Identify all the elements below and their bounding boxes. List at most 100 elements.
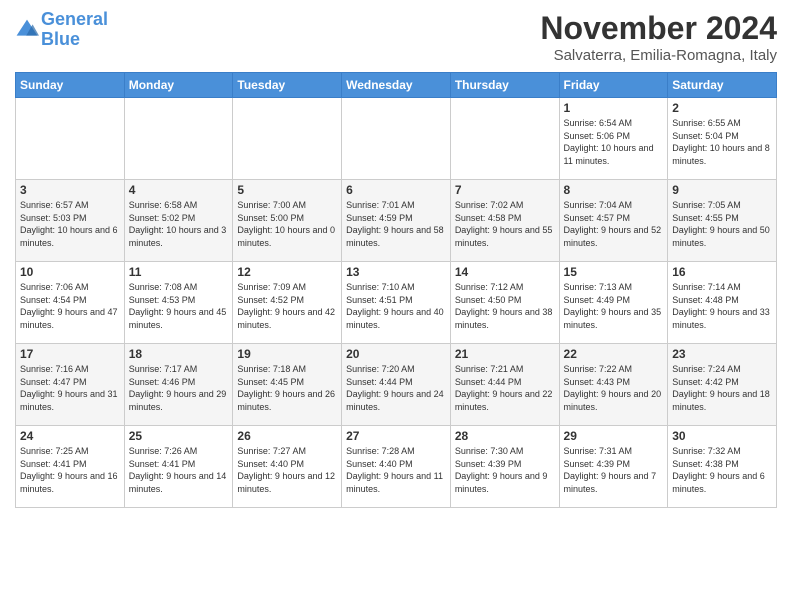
day-number: 2 (672, 101, 772, 115)
calendar-cell: 9 Sunrise: 7:05 AM Sunset: 4:55 PM Daylig… (668, 180, 777, 262)
day-number: 27 (346, 429, 446, 443)
day-info: Sunrise: 6:58 AM Sunset: 5:02 PM Dayligh… (129, 199, 229, 249)
day-info: Sunrise: 7:24 AM Sunset: 4:42 PM Dayligh… (672, 363, 772, 413)
day-info: Sunrise: 7:02 AM Sunset: 4:58 PM Dayligh… (455, 199, 555, 249)
calendar-cell: 18 Sunrise: 7:17 AM Sunset: 4:46 PM Dayli… (124, 344, 233, 426)
day-number: 3 (20, 183, 120, 197)
calendar-cell: 6 Sunrise: 7:01 AM Sunset: 4:59 PM Daylig… (342, 180, 451, 262)
day-header-sunday: Sunday (16, 73, 125, 98)
day-info: Sunrise: 7:31 AM Sunset: 4:39 PM Dayligh… (564, 445, 664, 495)
calendar-header: SundayMondayTuesdayWednesdayThursdayFrid… (16, 73, 777, 98)
day-number: 15 (564, 265, 664, 279)
month-title: November 2024 (540, 10, 777, 47)
day-header-thursday: Thursday (450, 73, 559, 98)
calendar-cell: 21 Sunrise: 7:21 AM Sunset: 4:44 PM Dayli… (450, 344, 559, 426)
calendar-cell: 17 Sunrise: 7:16 AM Sunset: 4:47 PM Dayli… (16, 344, 125, 426)
day-number: 26 (237, 429, 337, 443)
calendar-cell: 23 Sunrise: 7:24 AM Sunset: 4:42 PM Dayli… (668, 344, 777, 426)
calendar-cell (16, 98, 125, 180)
day-info: Sunrise: 7:26 AM Sunset: 4:41 PM Dayligh… (129, 445, 229, 495)
logo-text: General Blue (41, 10, 108, 50)
calendar-cell: 15Sunrise: 7:13 AM Sunset: 4:49 PM Dayli… (559, 262, 668, 344)
calendar-cell: 22Sunrise: 7:22 AM Sunset: 4:43 PM Dayli… (559, 344, 668, 426)
day-number: 11 (129, 265, 229, 279)
header: General Blue November 2024 Salvaterra, E… (15, 10, 777, 64)
day-info: Sunrise: 6:57 AM Sunset: 5:03 PM Dayligh… (20, 199, 120, 249)
day-number: 22 (564, 347, 664, 361)
logo-line1: General (41, 9, 108, 29)
page: General Blue November 2024 Salvaterra, E… (0, 0, 792, 612)
calendar-cell (450, 98, 559, 180)
day-info: Sunrise: 7:20 AM Sunset: 4:44 PM Dayligh… (346, 363, 446, 413)
week-row-0: 1 Sunrise: 6:54 AM Sunset: 5:06 PM Daylig… (16, 98, 777, 180)
calendar-cell: 1 Sunrise: 6:54 AM Sunset: 5:06 PM Daylig… (559, 98, 668, 180)
week-row-2: 10 Sunrise: 7:06 AM Sunset: 4:54 PM Dayli… (16, 262, 777, 344)
day-number: 10 (20, 265, 120, 279)
day-number: 25 (129, 429, 229, 443)
calendar-cell: 8Sunrise: 7:04 AM Sunset: 4:57 PM Daylig… (559, 180, 668, 262)
calendar-cell: 12 Sunrise: 7:09 AM Sunset: 4:52 PM Dayli… (233, 262, 342, 344)
calendar-cell: 3 Sunrise: 6:57 AM Sunset: 5:03 PM Daylig… (16, 180, 125, 262)
day-header-monday: Monday (124, 73, 233, 98)
title-section: November 2024 Salvaterra, Emilia-Romagna… (540, 10, 777, 64)
day-number: 7 (455, 183, 555, 197)
day-info: Sunrise: 7:27 AM Sunset: 4:40 PM Dayligh… (237, 445, 337, 495)
calendar-cell: 14 Sunrise: 7:12 AM Sunset: 4:50 PM Dayli… (450, 262, 559, 344)
day-info: Sunrise: 7:05 AM Sunset: 4:55 PM Dayligh… (672, 199, 772, 249)
week-row-3: 17 Sunrise: 7:16 AM Sunset: 4:47 PM Dayli… (16, 344, 777, 426)
day-info: Sunrise: 7:04 AM Sunset: 4:57 PM Dayligh… (564, 199, 664, 249)
day-number: 14 (455, 265, 555, 279)
day-number: 12 (237, 265, 337, 279)
day-info: Sunrise: 7:01 AM Sunset: 4:59 PM Dayligh… (346, 199, 446, 249)
day-number: 28 (455, 429, 555, 443)
calendar-cell (233, 98, 342, 180)
calendar-cell: 16Sunrise: 7:14 AM Sunset: 4:48 PM Dayli… (668, 262, 777, 344)
day-info: Sunrise: 7:25 AM Sunset: 4:41 PM Dayligh… (20, 445, 120, 495)
day-info: Sunrise: 7:21 AM Sunset: 4:44 PM Dayligh… (455, 363, 555, 413)
day-number: 18 (129, 347, 229, 361)
day-info: Sunrise: 7:17 AM Sunset: 4:46 PM Dayligh… (129, 363, 229, 413)
day-info: Sunrise: 7:06 AM Sunset: 4:54 PM Dayligh… (20, 281, 120, 331)
day-number: 6 (346, 183, 446, 197)
day-number: 5 (237, 183, 337, 197)
calendar-cell (342, 98, 451, 180)
calendar-cell: 10 Sunrise: 7:06 AM Sunset: 4:54 PM Dayli… (16, 262, 125, 344)
day-number: 17 (20, 347, 120, 361)
day-header-wednesday: Wednesday (342, 73, 451, 98)
logo-icon (15, 18, 39, 42)
day-number: 23 (672, 347, 772, 361)
day-info: Sunrise: 7:08 AM Sunset: 4:53 PM Dayligh… (129, 281, 229, 331)
calendar-cell: 5 Sunrise: 7:00 AM Sunset: 5:00 PM Daylig… (233, 180, 342, 262)
day-number: 13 (346, 265, 446, 279)
day-number: 4 (129, 183, 229, 197)
week-row-1: 3 Sunrise: 6:57 AM Sunset: 5:03 PM Daylig… (16, 180, 777, 262)
day-info: Sunrise: 7:09 AM Sunset: 4:52 PM Dayligh… (237, 281, 337, 331)
day-header-saturday: Saturday (668, 73, 777, 98)
day-info: Sunrise: 7:14 AM Sunset: 4:48 PM Dayligh… (672, 281, 772, 331)
calendar-cell (124, 98, 233, 180)
calendar-cell: 27 Sunrise: 7:28 AM Sunset: 4:40 PM Dayli… (342, 426, 451, 508)
calendar-cell: 20Sunrise: 7:20 AM Sunset: 4:44 PM Dayli… (342, 344, 451, 426)
logo-line2: Blue (41, 29, 80, 49)
day-info: Sunrise: 6:55 AM Sunset: 5:04 PM Dayligh… (672, 117, 772, 167)
day-number: 21 (455, 347, 555, 361)
day-header-tuesday: Tuesday (233, 73, 342, 98)
day-info: Sunrise: 7:30 AM Sunset: 4:39 PM Dayligh… (455, 445, 555, 495)
day-info: Sunrise: 6:54 AM Sunset: 5:06 PM Dayligh… (564, 117, 664, 167)
calendar-cell: 29 Sunrise: 7:31 AM Sunset: 4:39 PM Dayli… (559, 426, 668, 508)
day-number: 29 (564, 429, 664, 443)
day-number: 19 (237, 347, 337, 361)
day-number: 1 (564, 101, 664, 115)
day-info: Sunrise: 7:28 AM Sunset: 4:40 PM Dayligh… (346, 445, 446, 495)
day-number: 9 (672, 183, 772, 197)
logo: General Blue (15, 10, 108, 50)
day-info: Sunrise: 7:10 AM Sunset: 4:51 PM Dayligh… (346, 281, 446, 331)
day-info: Sunrise: 7:00 AM Sunset: 5:00 PM Dayligh… (237, 199, 337, 249)
day-info: Sunrise: 7:18 AM Sunset: 4:45 PM Dayligh… (237, 363, 337, 413)
calendar-cell: 4 Sunrise: 6:58 AM Sunset: 5:02 PM Daylig… (124, 180, 233, 262)
day-info: Sunrise: 7:16 AM Sunset: 4:47 PM Dayligh… (20, 363, 120, 413)
calendar-body: 1 Sunrise: 6:54 AM Sunset: 5:06 PM Daylig… (16, 98, 777, 508)
calendar-cell: 26 Sunrise: 7:27 AM Sunset: 4:40 PM Dayli… (233, 426, 342, 508)
day-info: Sunrise: 7:12 AM Sunset: 4:50 PM Dayligh… (455, 281, 555, 331)
day-number: 30 (672, 429, 772, 443)
